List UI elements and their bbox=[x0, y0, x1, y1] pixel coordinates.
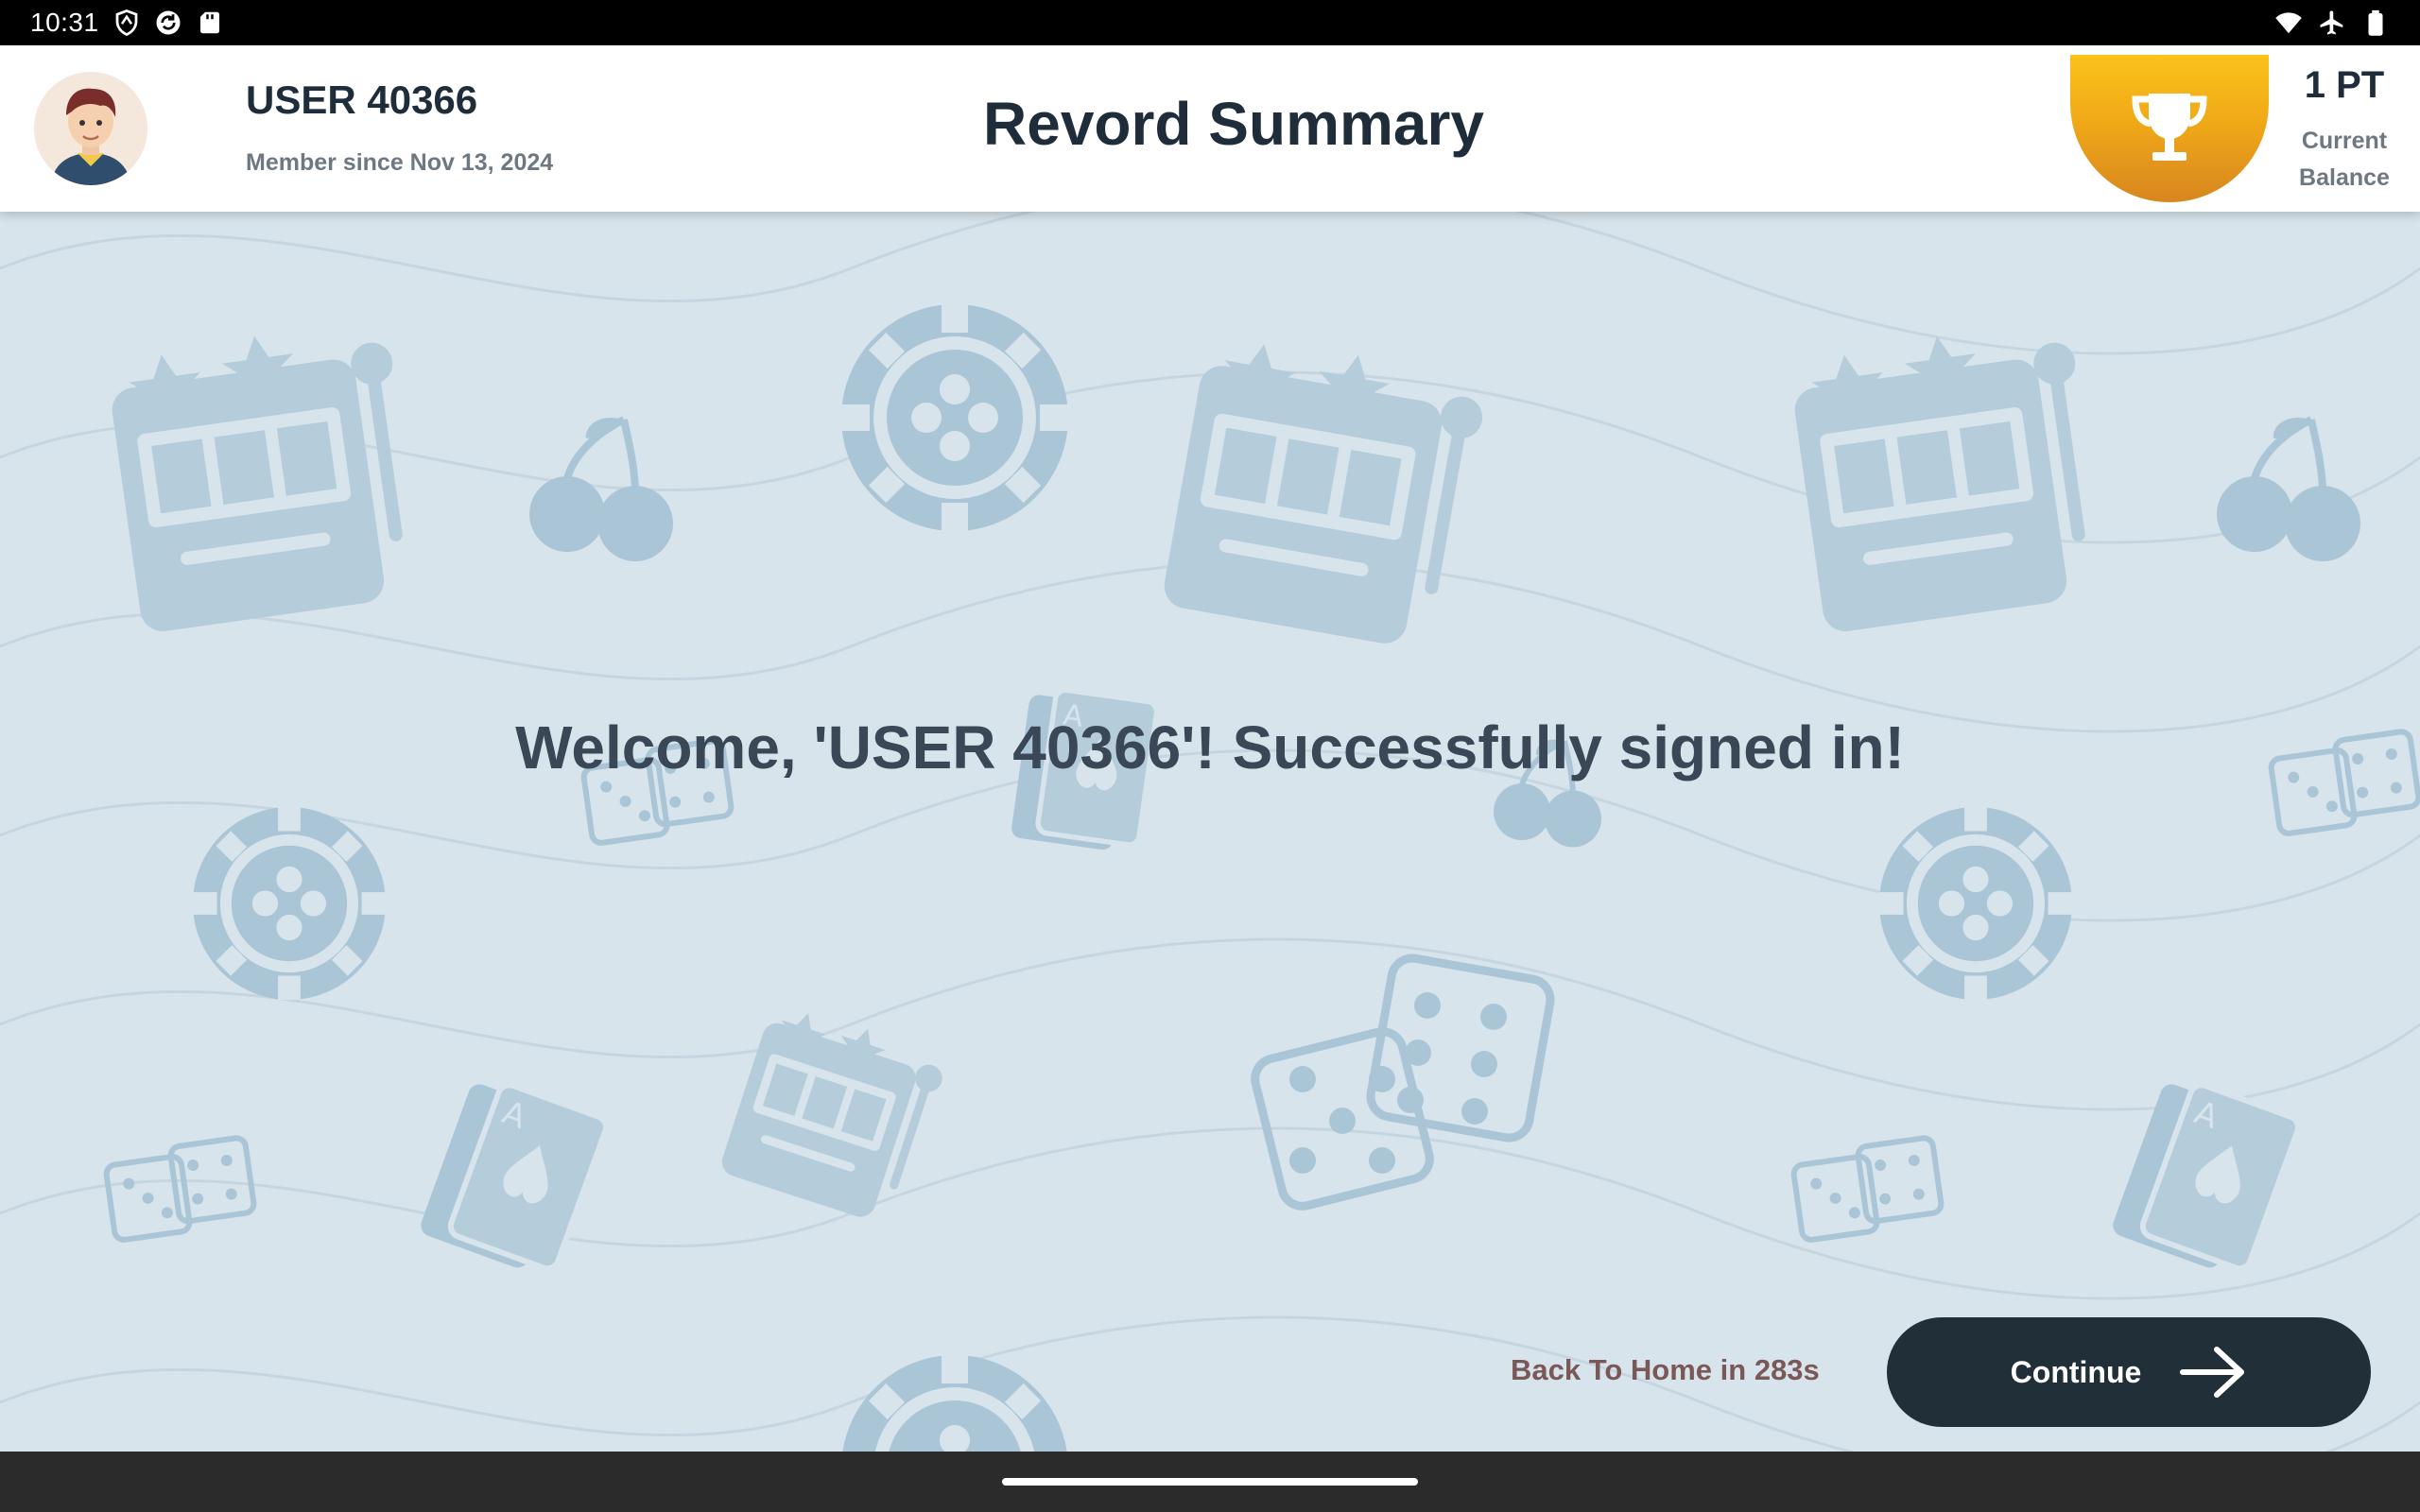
status-bar: 10:31 bbox=[0, 0, 2420, 45]
casino-background-pattern: A bbox=[0, 212, 2420, 1452]
back-home-label: Back To Home in bbox=[1511, 1353, 1747, 1386]
countdown-timer: 283s bbox=[1754, 1353, 1820, 1386]
welcome-message: Welcome, 'USER 40366'! Successfully sign… bbox=[515, 713, 1905, 782]
balance-label-line1: Current bbox=[2301, 128, 2388, 154]
status-right bbox=[2274, 9, 2390, 37]
arrow-right-icon bbox=[2180, 1347, 2245, 1398]
back-home-countdown[interactable]: Back To Home in 283s bbox=[1511, 1353, 1820, 1387]
status-left: 10:31 bbox=[30, 8, 224, 38]
page-title: Revord Summary bbox=[983, 90, 1484, 158]
trophy-badge bbox=[2070, 55, 2269, 202]
battery-icon bbox=[2368, 9, 2383, 36]
header: USER 40366 Member since Nov 13, 2024 Rev… bbox=[0, 45, 2420, 212]
navigation-bar bbox=[0, 1452, 2420, 1512]
airplane-icon bbox=[2320, 10, 2343, 35]
shield-icon bbox=[115, 9, 137, 37]
balance-label-line2: Balance bbox=[2299, 164, 2390, 191]
continue-button[interactable]: Continue bbox=[1887, 1317, 2371, 1427]
continue-label: Continue bbox=[2010, 1354, 2142, 1389]
sync-icon bbox=[156, 10, 181, 35]
balance-label: Current Balance bbox=[2269, 123, 2420, 197]
home-indicator[interactable] bbox=[1002, 1478, 1418, 1486]
sd-card-icon bbox=[199, 11, 219, 34]
balance-value: 1 PT bbox=[2304, 64, 2385, 106]
trophy-icon bbox=[2132, 94, 2207, 161]
status-time: 10:31 bbox=[30, 8, 99, 37]
wifi-icon bbox=[2275, 12, 2302, 34]
main-content: A Welcome, 'USER 40366'! Successfully si… bbox=[0, 212, 2420, 1452]
